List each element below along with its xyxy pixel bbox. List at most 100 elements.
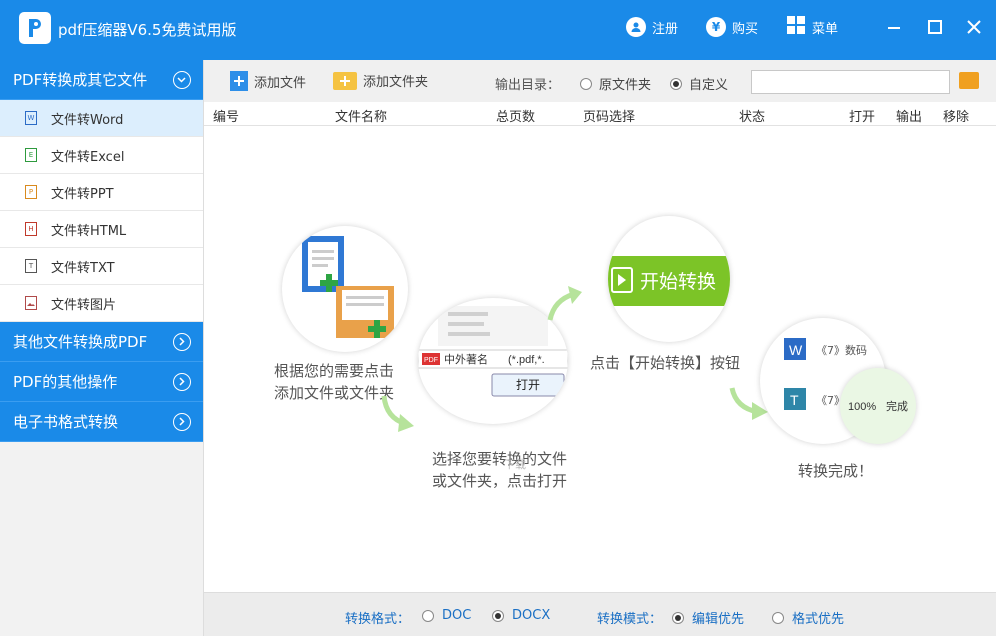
yen-icon: ¥: [706, 17, 726, 37]
sidebar-item-txt[interactable]: T 文件转TXT: [0, 248, 203, 285]
step2-line2: 或文件夹，点击打开: [432, 472, 568, 490]
col-number: 编号: [213, 110, 240, 125]
step1-line2: 添加文件或文件夹: [274, 384, 395, 402]
radio-format-doc[interactable]: DOC: [422, 608, 471, 623]
sidebar: PDF转换成其它文件 W 文件转Word E 文件转Excel P 文件转PPT…: [0, 60, 204, 636]
col-page-select: 页码选择: [583, 110, 636, 125]
bottom-bar: 转换格式： DOC DOCX 转换模式： 编辑优先 格式优先: [204, 592, 996, 636]
radio-label: 编辑优先: [692, 612, 745, 627]
sidebar-item-ppt[interactable]: P 文件转PPT: [0, 174, 203, 211]
radio-selected-icon: [492, 609, 504, 622]
svg-text:T: T: [790, 392, 799, 408]
category-label: 电子书格式转换: [13, 413, 119, 431]
sidebar-item-label: 文件转图片: [51, 297, 117, 313]
col-total-pages: 总页数: [496, 110, 536, 125]
maximize-icon[interactable]: [925, 17, 945, 37]
radio-label: 格式优先: [792, 612, 845, 627]
chevron-right-icon: [173, 413, 191, 431]
add-folder-icon: [333, 71, 357, 90]
arrow-down-right-icon: [381, 395, 414, 432]
step2-text: 选择您要转换的文件 或文件夹，点击打开: [432, 448, 567, 492]
step2-open-text: 打开: [516, 378, 540, 392]
svg-text:PDF: PDF: [424, 357, 438, 364]
add-file-button[interactable]: 添加文件: [230, 71, 306, 91]
col-filename: 文件名称: [335, 110, 388, 125]
image-file-icon: [25, 296, 37, 310]
sidebar-item-image[interactable]: 文件转图片: [0, 285, 203, 322]
add-file-label: 添加文件: [254, 75, 307, 91]
start-convert-text: 开始转换: [640, 271, 716, 293]
category-ebook-convert[interactable]: 电子书格式转换: [0, 402, 203, 442]
category-pdf-to-other[interactable]: PDF转换成其它文件: [0, 60, 203, 100]
buy-button[interactable]: ¥ 购买: [706, 16, 758, 38]
category-pdf-other-ops[interactable]: PDF的其他操作: [0, 362, 203, 402]
col-remove: 移除: [943, 110, 970, 125]
step4-progress-bubble: 100% 完成: [840, 368, 916, 444]
step1-line1: 根据您的需要点击: [274, 362, 395, 380]
mode-label: 转换模式：: [597, 612, 663, 627]
radio-mode-format-first[interactable]: 格式优先: [772, 608, 844, 627]
add-folder-label: 添加文件夹: [363, 75, 429, 90]
ppt-file-icon: P: [25, 185, 37, 199]
col-output: 输出: [896, 110, 923, 125]
radio-label: DOCX: [512, 608, 551, 623]
browse-folder-icon[interactable]: [959, 72, 979, 89]
sidebar-item-label: 文件转Excel: [51, 149, 125, 165]
category-label: 其他文件转换成PDF: [13, 333, 148, 351]
register-label: 注册: [652, 21, 679, 37]
watermark-text: 下载: [504, 458, 526, 471]
step4-row1-text: 《7》数码: [816, 344, 867, 357]
svg-text:W: W: [789, 342, 803, 358]
step1-text: 根据您的需要点击 添加文件或文件夹: [274, 360, 394, 404]
done-text: 完成: [886, 399, 908, 413]
grid-menu-icon: [786, 15, 806, 39]
format-label: 转换格式：: [345, 612, 411, 627]
menu-label: 菜单: [812, 21, 839, 37]
close-icon[interactable]: [964, 17, 984, 37]
word-file-icon: W: [25, 111, 37, 125]
category-other-to-pdf[interactable]: 其他文件转换成PDF: [0, 322, 203, 362]
sidebar-item-label: 文件转Word: [51, 112, 124, 128]
radio-custom-folder[interactable]: 自定义: [670, 74, 728, 93]
menu-button[interactable]: 菜单: [786, 16, 838, 38]
guide-area: 根据您的需要点击 添加文件或文件夹 PDF 中外著名 (*.pdf,*. 打开 …: [204, 126, 996, 592]
category-label: PDF转换成其它文件: [13, 71, 148, 89]
step2-file-text: 中外著名: [444, 352, 488, 366]
user-icon: [626, 17, 646, 37]
col-status: 状态: [739, 110, 766, 125]
radio-format-docx[interactable]: DOCX: [492, 608, 550, 623]
sidebar-item-word[interactable]: W 文件转Word: [0, 100, 203, 137]
register-button[interactable]: 注册: [626, 16, 678, 38]
radio-selected-icon: [670, 77, 682, 90]
sidebar-item-label: 文件转HTML: [51, 223, 127, 239]
excel-file-icon: E: [25, 148, 37, 162]
category-label: PDF的其他操作: [13, 373, 118, 391]
radio-icon: [772, 611, 784, 624]
step4-text: 转换完成！: [798, 462, 874, 480]
add-file-icon: [230, 71, 248, 91]
radio-mode-edit-first[interactable]: 编辑优先: [672, 608, 744, 627]
radio-label: 自定义: [689, 78, 729, 93]
step3-illustration: 开始转换: [608, 216, 730, 342]
radio-label: 原文件夹: [599, 78, 652, 93]
toolbar: 添加文件 添加文件夹 输出目录： 原文件夹 自定义: [204, 60, 996, 102]
add-folder-button[interactable]: 添加文件夹: [333, 71, 428, 90]
sidebar-item-html[interactable]: H 文件转HTML: [0, 211, 203, 248]
output-path-input[interactable]: [751, 70, 950, 94]
step3-text: 点击【开始转换】按钮: [590, 354, 741, 372]
radio-original-folder[interactable]: 原文件夹: [580, 74, 651, 93]
arrow-up-right-icon: [547, 286, 582, 321]
chevron-right-icon: [173, 373, 191, 391]
minimize-icon[interactable]: [884, 17, 904, 37]
radio-label: DOC: [442, 608, 472, 623]
file-table-header: 编号 文件名称 总页数 页码选择 状态 打开 输出 移除: [204, 102, 996, 126]
app-title: pdf压缩器V6.5免费试用版: [58, 21, 237, 39]
sidebar-item-excel[interactable]: E 文件转Excel: [0, 137, 203, 174]
app-logo-icon: [19, 12, 51, 44]
radio-icon: [422, 609, 434, 622]
radio-icon: [580, 77, 592, 90]
chevron-right-icon: [173, 333, 191, 351]
step2-line1: 选择您要转换的文件: [432, 450, 568, 468]
txt-file-icon: T: [25, 259, 37, 273]
step1-illustration: [282, 226, 408, 352]
